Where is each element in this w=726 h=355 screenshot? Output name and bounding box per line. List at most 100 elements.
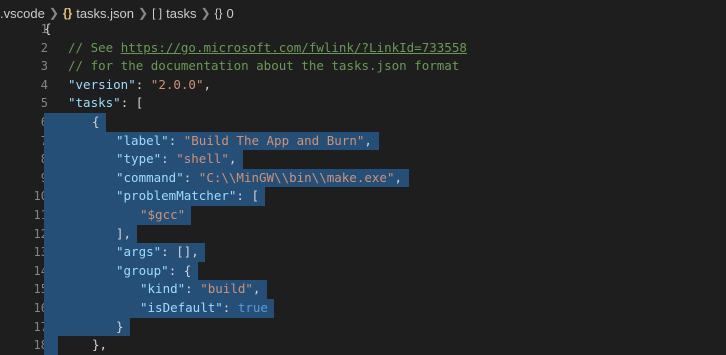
code-text: "$gcc" xyxy=(140,206,185,225)
code-token: , xyxy=(364,132,372,148)
breadcrumb-item-index-0[interactable]: {} 0 xyxy=(215,6,234,21)
breadcrumb-item-vscode[interactable]: .vscode xyxy=(0,6,45,21)
code-line[interactable]: 9 "command": "C:\\MinGW\\bin\\make.exe", xyxy=(0,168,726,188)
code-token: : xyxy=(222,299,238,315)
code-text: // for the documentation about the tasks… xyxy=(68,57,459,76)
code-text: { xyxy=(44,20,52,39)
code-token: // See xyxy=(68,39,121,55)
code-token: : xyxy=(183,169,199,185)
code-line[interactable]: 16 "isDefault": true xyxy=(0,298,726,318)
line-number: 13 xyxy=(33,245,48,260)
code-line[interactable]: 3 // for the documentation about the task… xyxy=(0,57,726,76)
line-number: 14 xyxy=(33,263,48,278)
code-text: "command": "C:\\MinGW\\bin\\make.exe", xyxy=(116,169,402,188)
code-token: , xyxy=(252,281,261,297)
line-number: 10 xyxy=(33,189,48,204)
code-token: "$gcc" xyxy=(140,206,186,222)
object-icon: {} xyxy=(214,6,223,20)
code-text: } xyxy=(116,318,124,337)
json-file-icon: {} xyxy=(62,6,73,20)
code-text: "group": { xyxy=(116,262,191,281)
breadcrumb-label: tasks xyxy=(166,5,197,21)
line-number: 1 xyxy=(40,22,48,36)
code-token: ], xyxy=(116,225,132,241)
code-line[interactable]: 13 "args": [], xyxy=(0,243,726,262)
code-token: : xyxy=(161,151,177,167)
code-token: , xyxy=(228,151,237,167)
line-number: 2 xyxy=(40,40,48,55)
code-text: "kind": "build", xyxy=(140,280,260,299)
code-token: "command" xyxy=(116,169,184,185)
breadcrumb-item-tasks[interactable]: [ ] tasks xyxy=(152,6,196,21)
code-token: "tasks" xyxy=(68,95,121,111)
line-number: 8 xyxy=(0,150,48,169)
code-text: "type": "shell", xyxy=(116,150,236,169)
code-line[interactable]: 11 "$gcc" xyxy=(0,205,726,225)
code-line[interactable]: 1{ xyxy=(0,20,726,39)
code-token: , xyxy=(203,76,212,92)
line-number: 6 xyxy=(0,113,48,132)
line-number: 16 xyxy=(33,300,48,315)
code-text: }, xyxy=(92,336,107,355)
code-token: } xyxy=(116,318,124,334)
code-text: "args": [], xyxy=(116,243,199,262)
code-line[interactable]: 8 "type": "shell", xyxy=(0,150,726,169)
code-token: true xyxy=(237,299,268,315)
line-number: 7 xyxy=(0,132,48,151)
selection-highlight xyxy=(44,336,58,355)
code-line[interactable]: 10 "problemMatcher": [ xyxy=(0,187,726,206)
line-number: 4 xyxy=(40,77,48,92)
code-token: }, xyxy=(92,337,108,353)
code-text: "problemMatcher": [ xyxy=(116,187,259,206)
code-line[interactable]: 7 "label": "Build The App and Burn", xyxy=(0,131,726,151)
code-line[interactable]: 17} xyxy=(0,317,726,337)
code-line[interactable]: 14 "group": { xyxy=(0,261,726,281)
code-text: "tasks": [ xyxy=(68,94,143,113)
line-number: 18 xyxy=(33,338,48,353)
code-token: , xyxy=(394,169,402,185)
breadcrumb-item-tasks-json[interactable]: {} tasks.json xyxy=(63,6,134,21)
code-token: "group" xyxy=(116,262,169,278)
code-token: "C:\\MinGW\\bin\\make.exe" xyxy=(198,169,395,185)
code-token: "problemMatcher" xyxy=(116,188,237,204)
code-token: : xyxy=(185,281,201,297)
code-line[interactable]: 2 // See https://go.microsoft.com/fwlink/… xyxy=(0,39,726,58)
code-text: "version": "2.0.0", xyxy=(68,76,211,95)
code-text: "label": "Build The App and Burn", xyxy=(116,132,372,151)
breadcrumb-label: tasks.json xyxy=(76,5,135,21)
code-text: // See https://go.microsoft.com/fwlink/?… xyxy=(68,39,467,58)
code-token: "shell" xyxy=(176,151,229,167)
code-token: "version" xyxy=(68,76,136,92)
line-number: 11 xyxy=(33,207,48,222)
code-line[interactable]: 15 "kind": "build", xyxy=(0,280,726,299)
line-number: 5 xyxy=(40,96,48,111)
code-token: "type" xyxy=(116,151,162,167)
line-number: 15 xyxy=(33,282,48,297)
line-number: 12 xyxy=(33,226,48,241)
code-token: : xyxy=(168,132,184,148)
code-text: { xyxy=(92,113,100,132)
code-text: ], xyxy=(116,225,131,244)
code-line[interactable]: 18}, xyxy=(0,336,726,355)
code-line[interactable]: 6{ xyxy=(0,112,726,132)
chevron-right-icon: ❯ xyxy=(200,6,211,20)
code-line[interactable]: 5 "tasks": [ xyxy=(0,94,726,113)
code-token: "2.0.0" xyxy=(150,76,204,92)
code-line[interactable]: 4 "version": "2.0.0", xyxy=(0,76,726,95)
code-line[interactable]: 12], xyxy=(0,224,726,244)
code-text: "isDefault": true xyxy=(140,299,268,318)
code-token: "args" xyxy=(116,244,162,260)
line-number: 3 xyxy=(40,59,48,74)
breadcrumb-label: 0 xyxy=(226,5,234,21)
code-token: : { xyxy=(168,262,192,278)
code-editor[interactable]: 1{2// See https://go.microsoft.com/fwlin… xyxy=(0,20,726,355)
line-number: 9 xyxy=(0,169,48,188)
code-token: { xyxy=(92,113,100,129)
code-token: { xyxy=(44,21,52,36)
chevron-right-icon: ❯ xyxy=(48,6,59,20)
code-token: : [ xyxy=(120,95,144,111)
code-token[interactable]: https://go.microsoft.com/fwlink/?LinkId=… xyxy=(121,40,467,55)
breadcrumb-label: .vscode xyxy=(0,5,45,21)
array-icon: [ ] xyxy=(152,6,163,20)
code-token: : xyxy=(135,76,151,92)
